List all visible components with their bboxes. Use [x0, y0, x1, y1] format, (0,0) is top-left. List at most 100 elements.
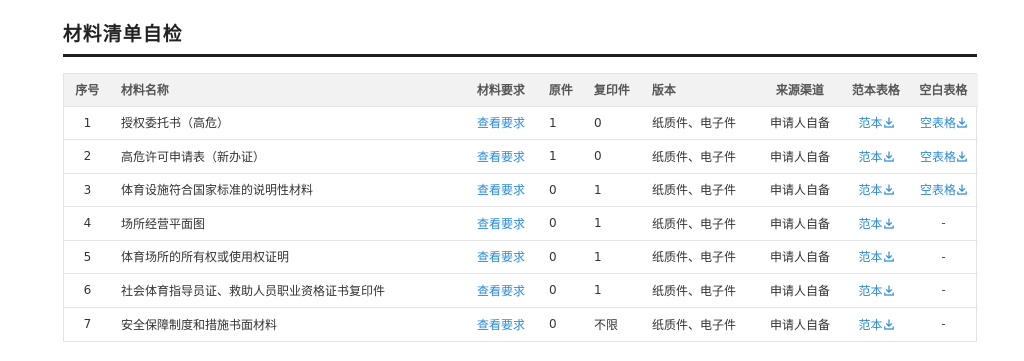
- header-version: 版本: [652, 83, 677, 98]
- source-value: 申请人自备: [769, 116, 830, 131]
- view-requirement-link[interactable]: 查看要求: [477, 250, 525, 264]
- version-value: 纸质件、电子件: [652, 283, 737, 298]
- row-number: 7: [83, 317, 92, 331]
- blank-form-download-link[interactable]: 空表格: [920, 150, 967, 164]
- material-name: 社会体育指导员证、救助人员职业资格证书复印件: [121, 283, 386, 298]
- download-icon: [957, 151, 967, 162]
- table-row: 2 高危许可申请表（新办证） 查看要求 1 0 纸质件、电子件 申请人自备 范本 空表格: [64, 139, 978, 174]
- source-value: 申请人自备: [769, 250, 830, 265]
- table-body: 1 授权委托书（高危） 查看要求 1 0 纸质件、电子件 申请人自备 范本 空表格 2 高危许可申请…: [64, 106, 978, 341]
- blank-form-label: 空表格: [919, 116, 956, 131]
- sample-download-link[interactable]: 范本: [858, 116, 894, 131]
- version-value: 纸质件、电子件: [652, 317, 737, 332]
- download-icon: [883, 218, 894, 229]
- original-count: 0: [549, 182, 557, 197]
- header-requirement: 材料要求: [477, 83, 526, 98]
- table-row: 4 场所经营平面图 查看要求 0 1 纸质件、电子件 申请人自备 范本 -: [64, 206, 978, 241]
- view-requirement-link[interactable]: 查看要求: [477, 217, 525, 231]
- sample-label: 范本: [858, 216, 883, 231]
- material-name: 体育场所的所有权或使用权证明: [121, 250, 290, 265]
- view-requirement-link[interactable]: 查看要求: [477, 116, 525, 130]
- sample-download-link[interactable]: 范本: [858, 150, 894, 164]
- sample-label: 范本: [858, 183, 883, 198]
- view-requirement-link[interactable]: 查看要求: [477, 318, 525, 332]
- download-icon: [883, 251, 894, 262]
- blank-form-none: -: [941, 249, 946, 264]
- title-bar: 材料清单自检: [63, 0, 977, 57]
- sample-label: 范本: [858, 283, 883, 298]
- row-number: 1: [83, 115, 92, 130]
- original-count: 1: [549, 115, 557, 130]
- header-original: 原件: [549, 83, 574, 98]
- copy-count: 0: [594, 149, 602, 164]
- source-value: 申请人自备: [769, 149, 830, 164]
- download-icon: [883, 184, 894, 195]
- materials-table-container: 序号 材料名称 材料要求 原件 复印件 版本 来源渠道 范本表格 空白表格 1 授…: [63, 73, 978, 342]
- download-icon: [883, 319, 894, 330]
- view-requirement-link[interactable]: 查看要求: [477, 150, 525, 164]
- copy-count: 1: [594, 216, 602, 231]
- header-source: 来源渠道: [775, 83, 824, 98]
- row-number: 4: [83, 216, 92, 231]
- table-row: 3 体育设施符合国家标准的说明性材料 查看要求 0 1 纸质件、电子件 申请人自备 范本 空表格: [64, 173, 978, 207]
- blank-form-download-link[interactable]: 空表格: [920, 183, 967, 197]
- material-name: 授权委托书（高危）: [121, 116, 230, 131]
- blank-form-download-link[interactable]: 空表格: [920, 116, 967, 130]
- sample-download-link[interactable]: 范本: [858, 318, 894, 332]
- sample-download-link[interactable]: 范本: [858, 250, 894, 265]
- header-sample: 范本表格: [851, 83, 900, 98]
- blank-form-none: -: [941, 317, 946, 331]
- download-icon: [883, 151, 894, 162]
- row-number: 5: [83, 249, 92, 264]
- page: 材料清单自检 序号 材料名称 材料要求 原件 复印件 版本 来源渠道 范本表格 …: [0, 0, 1024, 361]
- table-row: 1 授权委托书（高危） 查看要求 1 0 纸质件、电子件 申请人自备 范本 空表格: [64, 106, 978, 140]
- download-icon: [883, 285, 894, 296]
- original-count: 0: [549, 317, 557, 331]
- table-header-row: 序号 材料名称 材料要求 原件 复印件 版本 来源渠道 范本表格 空白表格: [64, 74, 978, 106]
- view-requirement-link[interactable]: 查看要求: [477, 284, 525, 298]
- page-title: 材料清单自检: [63, 23, 184, 45]
- source-value: 申请人自备: [769, 283, 830, 298]
- copy-count: 1: [594, 283, 602, 298]
- sample-label: 范本: [858, 116, 883, 131]
- original-count: 0: [549, 249, 557, 264]
- table-row: 5 体育场所的所有权或使用权证明 查看要求 0 1 纸质件、电子件 申请人自备 范本 -: [64, 240, 978, 274]
- download-icon: [957, 117, 967, 128]
- copy-count: 1: [594, 249, 602, 264]
- version-value: 纸质件、电子件: [652, 149, 737, 164]
- sample-download-link[interactable]: 范本: [858, 283, 894, 298]
- header-copy: 复印件: [594, 83, 631, 98]
- source-value: 申请人自备: [769, 317, 830, 332]
- download-icon: [957, 184, 967, 195]
- sample-download-link[interactable]: 范本: [858, 216, 894, 231]
- sample-download-link[interactable]: 范本: [858, 183, 894, 198]
- row-number: 6: [83, 283, 92, 298]
- original-count: 0: [549, 216, 557, 231]
- copy-count: 0: [594, 115, 602, 130]
- material-name: 高危许可申请表（新办证）: [121, 149, 266, 164]
- material-name: 安全保障制度和措施书面材料: [121, 317, 278, 332]
- original-count: 0: [549, 283, 557, 298]
- version-value: 纸质件、电子件: [652, 183, 737, 198]
- material-name: 场所经营平面图: [121, 216, 206, 231]
- materials-table: 序号 材料名称 材料要求 原件 复印件 版本 来源渠道 范本表格 空白表格 1 授…: [64, 74, 978, 341]
- blank-form-none: -: [941, 216, 946, 231]
- blank-form-label: 空表格: [919, 183, 956, 198]
- version-value: 纸质件、电子件: [652, 216, 737, 231]
- original-count: 1: [549, 149, 557, 164]
- row-number: 2: [83, 149, 92, 164]
- table-row: 7 安全保障制度和措施书面材料 查看要求 0 不限 纸质件、电子件 申请人自备 范本 -: [64, 307, 978, 341]
- sample-label: 范本: [858, 250, 883, 265]
- version-value: 纸质件、电子件: [652, 250, 737, 265]
- header-blank: 空白表格: [919, 83, 968, 98]
- version-value: 纸质件、电子件: [652, 116, 737, 131]
- blank-form-label: 空表格: [919, 149, 956, 164]
- table-row: 6 社会体育指导员证、救助人员职业资格证书复印件 查看要求 0 1 纸质件、电子件 申请人自…: [64, 273, 978, 308]
- blank-form-none: -: [941, 283, 946, 298]
- header-no: 序号: [75, 83, 100, 98]
- material-name: 体育设施符合国家标准的说明性材料: [121, 183, 314, 198]
- download-icon: [883, 117, 894, 128]
- view-requirement-link[interactable]: 查看要求: [477, 183, 525, 197]
- row-number: 3: [83, 182, 92, 197]
- copy-count: 不限: [594, 317, 619, 332]
